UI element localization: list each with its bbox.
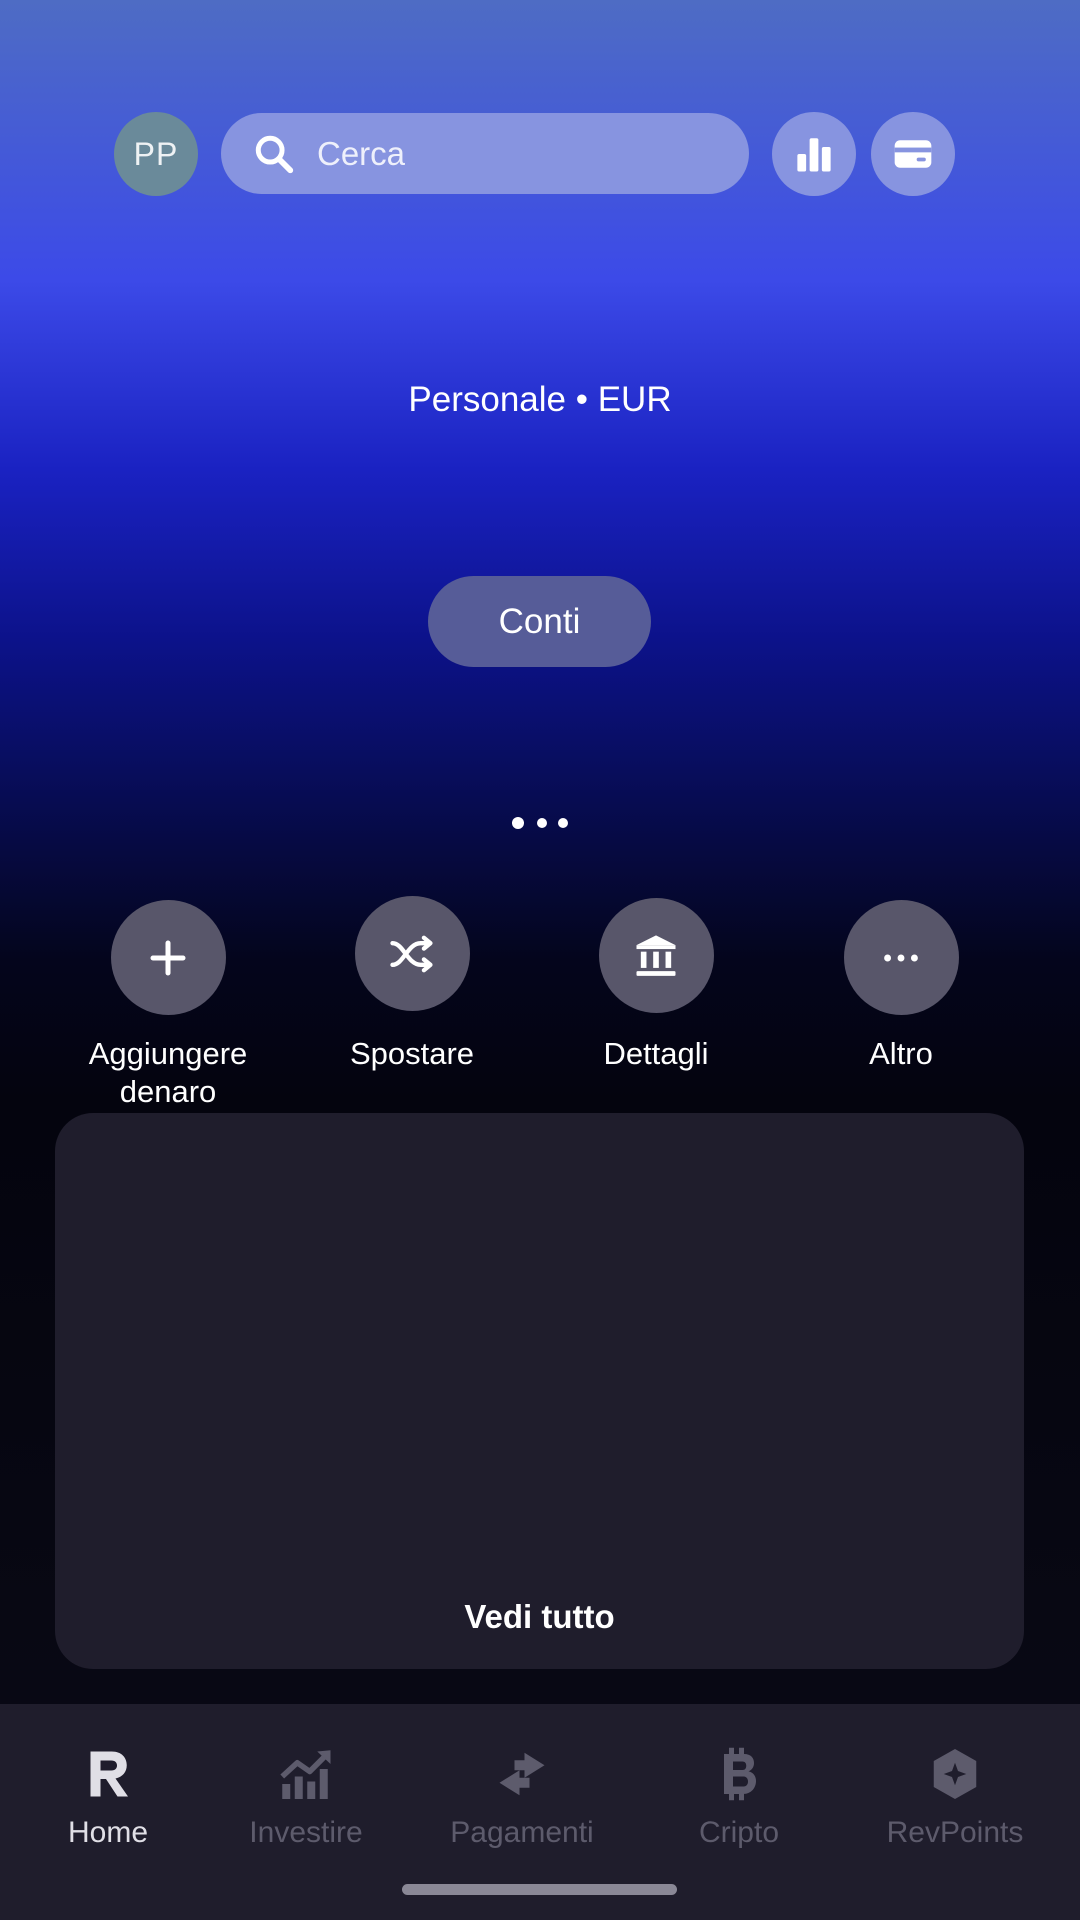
action-label: Altro (869, 1036, 933, 1071)
action-more[interactable]: Altro (801, 900, 1001, 1073)
page-dot (558, 818, 568, 828)
move-button[interactable] (354, 896, 470, 1011)
search-bar[interactable]: Cerca (221, 113, 749, 194)
search-placeholder: Cerca (317, 134, 406, 172)
action-add-money[interactable]: Aggiungere denaro (68, 900, 268, 1111)
nav-label: Home (67, 1816, 149, 1849)
bar-chart-icon (797, 138, 831, 172)
action-move[interactable]: Spostare (312, 896, 512, 1073)
nav-item-invest[interactable]: Investire (198, 1744, 414, 1850)
nav-item-home[interactable]: Home (0, 1744, 216, 1850)
home-indicator[interactable] (402, 1884, 677, 1895)
avatar[interactable]: PP (114, 112, 198, 196)
add-money-button[interactable] (110, 900, 226, 1015)
analytics-button[interactable] (772, 112, 856, 196)
invest-chart-icon (280, 1750, 331, 1799)
nav-item-payments[interactable]: Pagamenti (414, 1744, 630, 1850)
nav-label: Investire (249, 1816, 363, 1849)
see-all-link[interactable]: Vedi tutto (55, 1598, 1024, 1636)
more-button[interactable] (843, 900, 959, 1015)
nav-item-crypto[interactable]: Cripto (631, 1744, 847, 1850)
search-icon (255, 135, 294, 173)
nav-label: Cripto (698, 1816, 780, 1849)
nav-label: Pagamenti (450, 1816, 594, 1849)
nav-item-revpoints[interactable]: RevPoints (847, 1744, 1063, 1850)
home-screen: PP Cerca Personale • EUR Conti Aggiunger… (0, 0, 1080, 1920)
page-dot-active (512, 817, 524, 829)
revpoints-icon (933, 1749, 977, 1799)
transfer-arrows-icon (499, 1752, 545, 1796)
accounts-button[interactable]: Conti (428, 576, 651, 667)
action-label: Aggiungere denaro (88, 1036, 248, 1109)
shuffle-icon (390, 935, 433, 972)
action-label: Dettagli (603, 1036, 709, 1071)
account-label: Personale • EUR (408, 380, 672, 419)
bank-icon (636, 934, 676, 976)
more-icon (884, 954, 918, 961)
page-indicator (510, 816, 570, 830)
card-icon (894, 140, 932, 168)
transactions-card: Vedi tutto (55, 1113, 1024, 1669)
action-details[interactable]: Dettagli (556, 898, 756, 1073)
cards-button[interactable] (871, 112, 955, 196)
revolut-r-icon (90, 1751, 128, 1797)
page-dot (537, 818, 547, 828)
nav-label: RevPoints (886, 1816, 1024, 1849)
details-button[interactable] (598, 898, 714, 1013)
action-label: Spostare (349, 1036, 475, 1071)
bitcoin-icon (724, 1747, 756, 1801)
plus-icon (150, 940, 186, 975)
